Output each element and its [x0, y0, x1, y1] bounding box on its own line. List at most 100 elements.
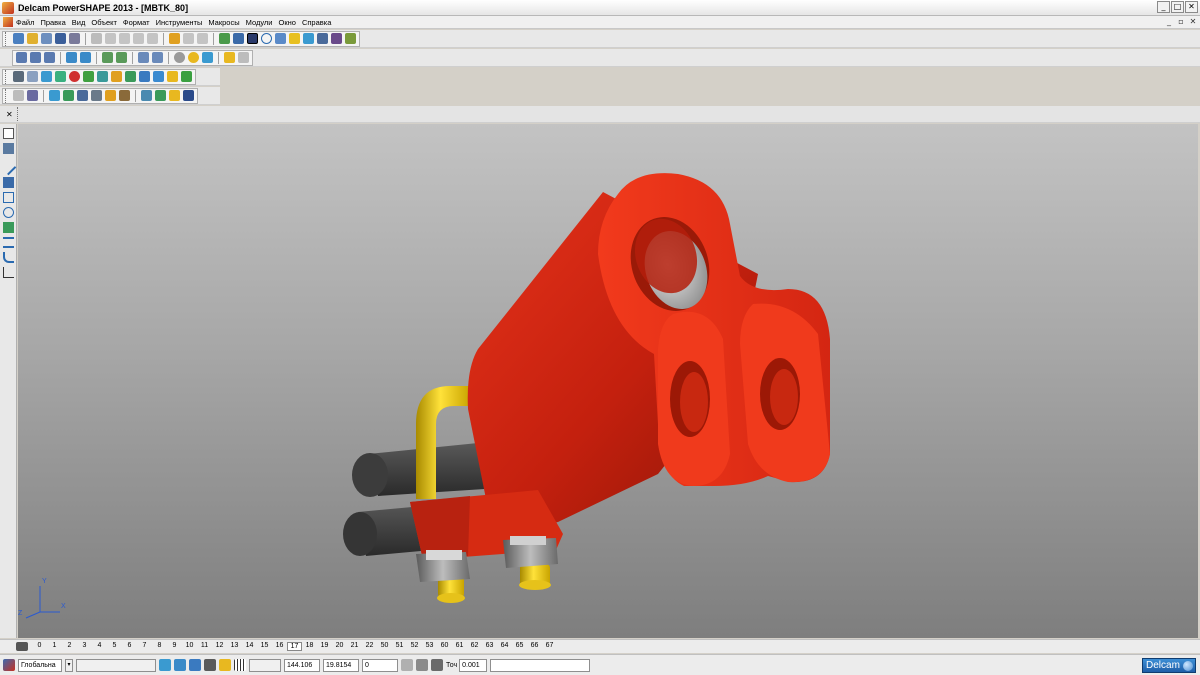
- workplane-field[interactable]: Глобальна: [18, 658, 62, 672]
- solid-cylinder-icon[interactable]: [55, 71, 66, 82]
- dimension-icon[interactable]: [3, 237, 14, 248]
- solid-torus-icon[interactable]: [97, 71, 108, 82]
- solid-tree-icon[interactable]: [13, 71, 24, 82]
- zoom-in-icon[interactable]: [138, 52, 149, 63]
- settings-icon[interactable]: [416, 659, 428, 671]
- new-file-icon[interactable]: [13, 33, 24, 44]
- surface-mesh-icon[interactable]: [119, 90, 130, 101]
- zoom-out-icon[interactable]: [152, 52, 163, 63]
- repeat-icon[interactable]: [197, 33, 208, 44]
- level-0[interactable]: 0: [32, 642, 47, 651]
- transform-icon[interactable]: [219, 33, 230, 44]
- print-icon[interactable]: [69, 33, 80, 44]
- level-20[interactable]: 20: [332, 642, 347, 651]
- level-61[interactable]: 61: [452, 642, 467, 651]
- toolbar-grip[interactable]: [5, 69, 9, 84]
- save-icon[interactable]: [55, 33, 66, 44]
- doc-restore-button[interactable]: ▫: [1176, 17, 1186, 27]
- level-52[interactable]: 52: [407, 642, 422, 651]
- shaded-edges-icon[interactable]: [202, 52, 213, 63]
- surface-offset-icon[interactable]: [183, 90, 194, 101]
- menu-help[interactable]: Справка: [302, 18, 331, 27]
- snap-object-icon[interactable]: [189, 659, 201, 671]
- surface-extend-icon[interactable]: [169, 90, 180, 101]
- close-button[interactable]: ✕: [1185, 1, 1198, 13]
- line-icon[interactable]: [0, 159, 17, 176]
- grid-icon[interactable]: [234, 659, 246, 671]
- level-51[interactable]: 51: [392, 642, 407, 651]
- cut-icon[interactable]: [91, 33, 102, 44]
- level-65[interactable]: 65: [512, 642, 527, 651]
- level-53[interactable]: 53: [422, 642, 437, 651]
- light-bulb-icon[interactable]: [219, 659, 231, 671]
- workplane-icon[interactable]: [233, 33, 244, 44]
- level-60[interactable]: 60: [437, 642, 452, 651]
- open-folder-icon[interactable]: [27, 33, 38, 44]
- tools-icon[interactable]: [345, 33, 356, 44]
- wizard-icon[interactable]: [331, 33, 342, 44]
- level-6[interactable]: 6: [122, 642, 137, 651]
- menu-modules[interactable]: Модули: [246, 18, 273, 27]
- level-8[interactable]: 8: [152, 642, 167, 651]
- solid-boolean-icon[interactable]: [125, 71, 136, 82]
- wireframe-icon[interactable]: [174, 52, 185, 63]
- minimize-button[interactable]: _: [1157, 1, 1170, 13]
- view-front-icon[interactable]: [30, 52, 41, 63]
- surface-cylinder-icon[interactable]: [91, 90, 102, 101]
- level-16[interactable]: 16: [272, 642, 287, 651]
- solid-icon[interactable]: [317, 33, 328, 44]
- view-top-icon[interactable]: [16, 52, 27, 63]
- menu-tools[interactable]: Инструменты: [156, 18, 203, 27]
- level-62[interactable]: 62: [467, 642, 482, 651]
- toolbar-grip[interactable]: [16, 107, 21, 121]
- surface-sphere-icon[interactable]: [77, 90, 88, 101]
- view-side-icon[interactable]: [44, 52, 55, 63]
- command-field[interactable]: [490, 658, 591, 672]
- level-1[interactable]: 1: [47, 642, 62, 651]
- fillet-icon[interactable]: [3, 252, 14, 263]
- calculator-icon[interactable]: [401, 659, 413, 671]
- level-12[interactable]: 12: [212, 642, 227, 651]
- surface-cone-icon[interactable]: [105, 90, 116, 101]
- level-19[interactable]: 19: [317, 642, 332, 651]
- levels-icon[interactable]: [16, 642, 28, 651]
- level-17[interactable]: 17: [287, 642, 302, 651]
- tolerance-field[interactable]: 0.001: [459, 658, 488, 672]
- level-50[interactable]: 50: [377, 642, 392, 651]
- solid-sphere-icon[interactable]: [69, 71, 80, 82]
- menu-file[interactable]: Файл: [16, 18, 34, 27]
- lock-icon[interactable]: [204, 659, 216, 671]
- level-3[interactable]: 3: [77, 642, 92, 651]
- solid-doc-icon[interactable]: [27, 71, 38, 82]
- solid-cone-icon[interactable]: [83, 71, 94, 82]
- open-model-icon[interactable]: [41, 33, 52, 44]
- redo-icon[interactable]: [183, 33, 194, 44]
- grid-snap-icon[interactable]: [159, 659, 171, 671]
- solid-fillet-icon[interactable]: [167, 71, 178, 82]
- probe-icon[interactable]: [289, 33, 300, 44]
- level-64[interactable]: 64: [497, 642, 512, 651]
- surface-plane-icon[interactable]: [49, 90, 60, 101]
- paste-special-icon[interactable]: [133, 33, 144, 44]
- tolerance-icon[interactable]: [431, 659, 443, 671]
- surface-fillet-icon[interactable]: [141, 90, 152, 101]
- level-18[interactable]: 18: [302, 642, 317, 651]
- level-22[interactable]: 22: [362, 642, 377, 651]
- workplane-icon[interactable]: [3, 659, 15, 671]
- quick-select-icon[interactable]: [3, 143, 14, 154]
- level-67[interactable]: 67: [542, 642, 557, 651]
- level-5[interactable]: 5: [107, 642, 122, 651]
- arc-icon[interactable]: [3, 207, 14, 218]
- maximize-button[interactable]: □: [1171, 1, 1184, 13]
- menu-view[interactable]: Вид: [72, 18, 86, 27]
- delete-icon[interactable]: [147, 33, 158, 44]
- document-icon[interactable]: [3, 17, 13, 27]
- paste-icon[interactable]: [119, 33, 130, 44]
- surface-block-icon[interactable]: [63, 90, 74, 101]
- graphics-viewport[interactable]: Y X Z: [18, 124, 1198, 638]
- solid-tool-icon[interactable]: [3, 222, 14, 233]
- light-icon[interactable]: [224, 52, 235, 63]
- surface-gray-icon[interactable]: [13, 90, 24, 101]
- toolbar-grip[interactable]: [5, 88, 9, 103]
- menu-edit[interactable]: Правка: [40, 18, 65, 27]
